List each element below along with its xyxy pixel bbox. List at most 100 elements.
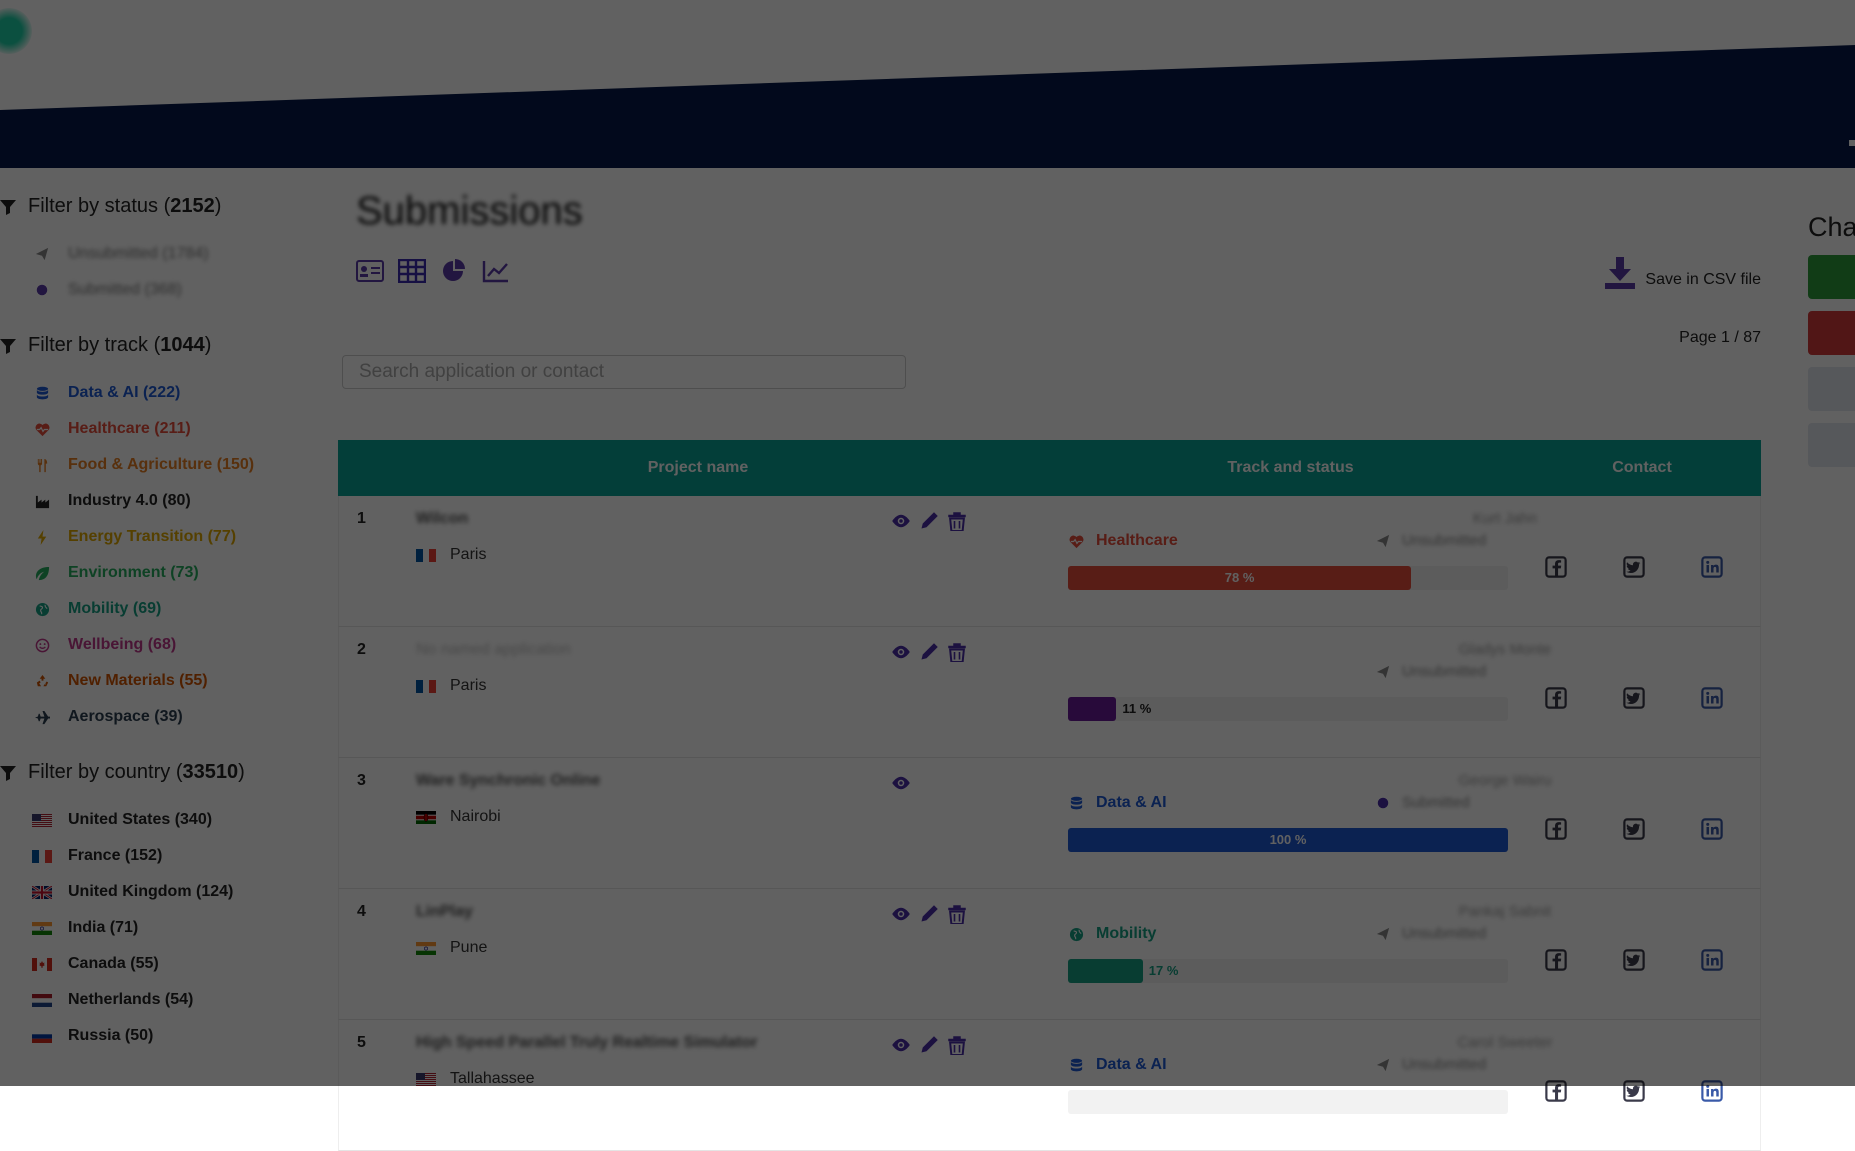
linkedin-link[interactable] — [1701, 687, 1723, 709]
table-row[interactable]: 2 No named application Paris Unsubmitted 11 … — [338, 627, 1761, 758]
contact-name[interactable]: George Wairu — [1425, 772, 1585, 789]
delete-button[interactable] — [946, 903, 968, 925]
linkedin-icon — [1701, 687, 1723, 709]
filter-status-list: Unsubmitted (1784) Submitted (368) — [0, 236, 330, 308]
twitter-link[interactable] — [1623, 556, 1645, 578]
linkedin-link[interactable] — [1701, 1080, 1723, 1102]
edit-button[interactable] — [918, 903, 940, 925]
row-number: 4 — [357, 903, 366, 920]
linkedin-link[interactable] — [1701, 818, 1723, 840]
eye-icon — [891, 511, 911, 531]
view-button[interactable] — [890, 641, 912, 663]
search-input[interactable] — [342, 355, 906, 389]
filter-icon — [0, 765, 16, 781]
right-panel-button[interactable] — [1808, 311, 1855, 355]
facebook-link[interactable] — [1545, 818, 1567, 840]
circle-icon — [32, 282, 52, 298]
submission-status: Unsubmitted — [1376, 663, 1486, 680]
contact-name[interactable]: Kurt Jahn — [1425, 510, 1585, 527]
project-name[interactable]: High Speed Parallel Truly Realtime Simul… — [416, 1034, 757, 1052]
project-name[interactable]: No named application — [416, 641, 571, 659]
twitter-link[interactable] — [1623, 949, 1645, 971]
table-view-icon[interactable] — [398, 257, 426, 285]
filter-country-item[interactable]: Canada (55) — [32, 946, 330, 982]
flag-us-icon — [416, 1072, 436, 1086]
right-panel-button[interactable] — [1808, 255, 1855, 299]
status-text: Unsubmitted — [1402, 663, 1487, 680]
save-csv-button[interactable]: Save in CSV file — [1605, 257, 1761, 289]
city-name: Paris — [450, 546, 487, 563]
filter-track-label: Energy Transition (77) — [68, 528, 237, 545]
filter-country-item[interactable]: Netherlands (54) — [32, 982, 330, 1018]
delete-button[interactable] — [946, 641, 968, 663]
filter-status-item[interactable]: Unsubmitted (1784) — [32, 236, 330, 272]
right-panel-button[interactable] — [1808, 367, 1855, 411]
contact-name[interactable]: Carol Sweeter — [1425, 1034, 1585, 1051]
view-button[interactable] — [890, 772, 912, 794]
project-name[interactable]: LinPlay — [416, 903, 473, 921]
filter-track-item[interactable]: Environment (73) — [32, 555, 330, 591]
globe-icon — [32, 601, 52, 617]
filter-country-item[interactable]: India (71) — [32, 910, 330, 946]
filter-track-item[interactable]: Healthcare (211) — [32, 411, 330, 447]
facebook-link[interactable] — [1545, 556, 1567, 578]
filter-track-item[interactable]: Industry 4.0 (80) — [32, 483, 330, 519]
edit-button[interactable] — [918, 510, 940, 532]
filter-track-item[interactable]: Mobility (69) — [32, 591, 330, 627]
project-name[interactable]: Wilcon — [416, 510, 468, 528]
filter-country-label: Netherlands (54) — [68, 991, 194, 1008]
card-view-icon[interactable] — [356, 257, 384, 285]
delete-button[interactable] — [946, 510, 968, 532]
filter-country-item[interactable]: United Kingdom (124) — [32, 874, 330, 910]
right-panel-button[interactable] — [1808, 423, 1855, 467]
filter-country-label: Russia (50) — [68, 1027, 154, 1044]
filter-track-item[interactable]: New Materials (55) — [32, 663, 330, 699]
line-chart-view-icon[interactable] — [482, 257, 510, 285]
facebook-link[interactable] — [1545, 1080, 1567, 1102]
eye-icon — [891, 773, 911, 793]
contact-name[interactable]: Pankaj Sabnit — [1425, 903, 1585, 920]
trash-icon — [947, 642, 967, 662]
table-row[interactable]: 1 Wilcon Paris Healthcare Unsubmitted 78 % Kur… — [338, 496, 1761, 627]
filter-track-item[interactable]: Wellbeing (68) — [32, 627, 330, 663]
filter-track-item[interactable]: Data & AI (222) — [32, 375, 330, 411]
view-button[interactable] — [890, 1034, 912, 1056]
table-row[interactable]: 4 LinPlay Pune Mobility Unsubmitted 17 % Panka… — [338, 889, 1761, 1020]
city-name: Paris — [450, 677, 487, 694]
linkedin-link[interactable] — [1701, 556, 1723, 578]
twitter-icon — [1623, 949, 1645, 971]
filter-track-item[interactable]: Aerospace (39) — [32, 699, 330, 735]
table-row[interactable]: 3 Ware Synchronic Online Nairobi Data & AI S… — [338, 758, 1761, 889]
facebook-icon — [1545, 556, 1567, 578]
contact-name[interactable]: Gladys Monte — [1425, 641, 1585, 658]
filter-track-label: Data & AI (222) — [68, 384, 181, 401]
filter-track-item[interactable]: Food & Agriculture (150) — [32, 447, 330, 483]
filter-status-item[interactable]: Submitted (368) — [32, 272, 330, 308]
column-header-project[interactable]: Project name — [338, 459, 1058, 477]
trash-icon — [947, 904, 967, 924]
progress-bar: 17 % — [1068, 959, 1508, 983]
submission-status: Unsubmitted — [1376, 925, 1486, 942]
filter-country-item[interactable]: United States (340) — [32, 802, 330, 838]
filter-track-label: Wellbeing (68) — [68, 636, 177, 653]
filter-country-item[interactable]: Russia (50) — [32, 1018, 330, 1054]
linkedin-link[interactable] — [1701, 949, 1723, 971]
flag-ru-icon — [32, 1028, 52, 1044]
twitter-link[interactable] — [1623, 818, 1645, 840]
filter-track-item[interactable]: Energy Transition (77) — [32, 519, 330, 555]
facebook-link[interactable] — [1545, 949, 1567, 971]
pie-chart-view-icon[interactable] — [440, 257, 468, 285]
view-button[interactable] — [890, 903, 912, 925]
view-button[interactable] — [890, 510, 912, 532]
delete-button[interactable] — [946, 1034, 968, 1056]
edit-button[interactable] — [918, 641, 940, 663]
lock-icon — [1376, 796, 1390, 810]
facebook-link[interactable] — [1545, 687, 1567, 709]
twitter-link[interactable] — [1623, 687, 1645, 709]
column-header-contact[interactable]: Contact — [1523, 459, 1761, 477]
column-header-track[interactable]: Track and status — [1058, 459, 1523, 477]
twitter-link[interactable] — [1623, 1080, 1645, 1102]
filter-country-item[interactable]: France (152) — [32, 838, 330, 874]
project-name[interactable]: Ware Synchronic Online — [416, 772, 600, 790]
edit-button[interactable] — [918, 1034, 940, 1056]
